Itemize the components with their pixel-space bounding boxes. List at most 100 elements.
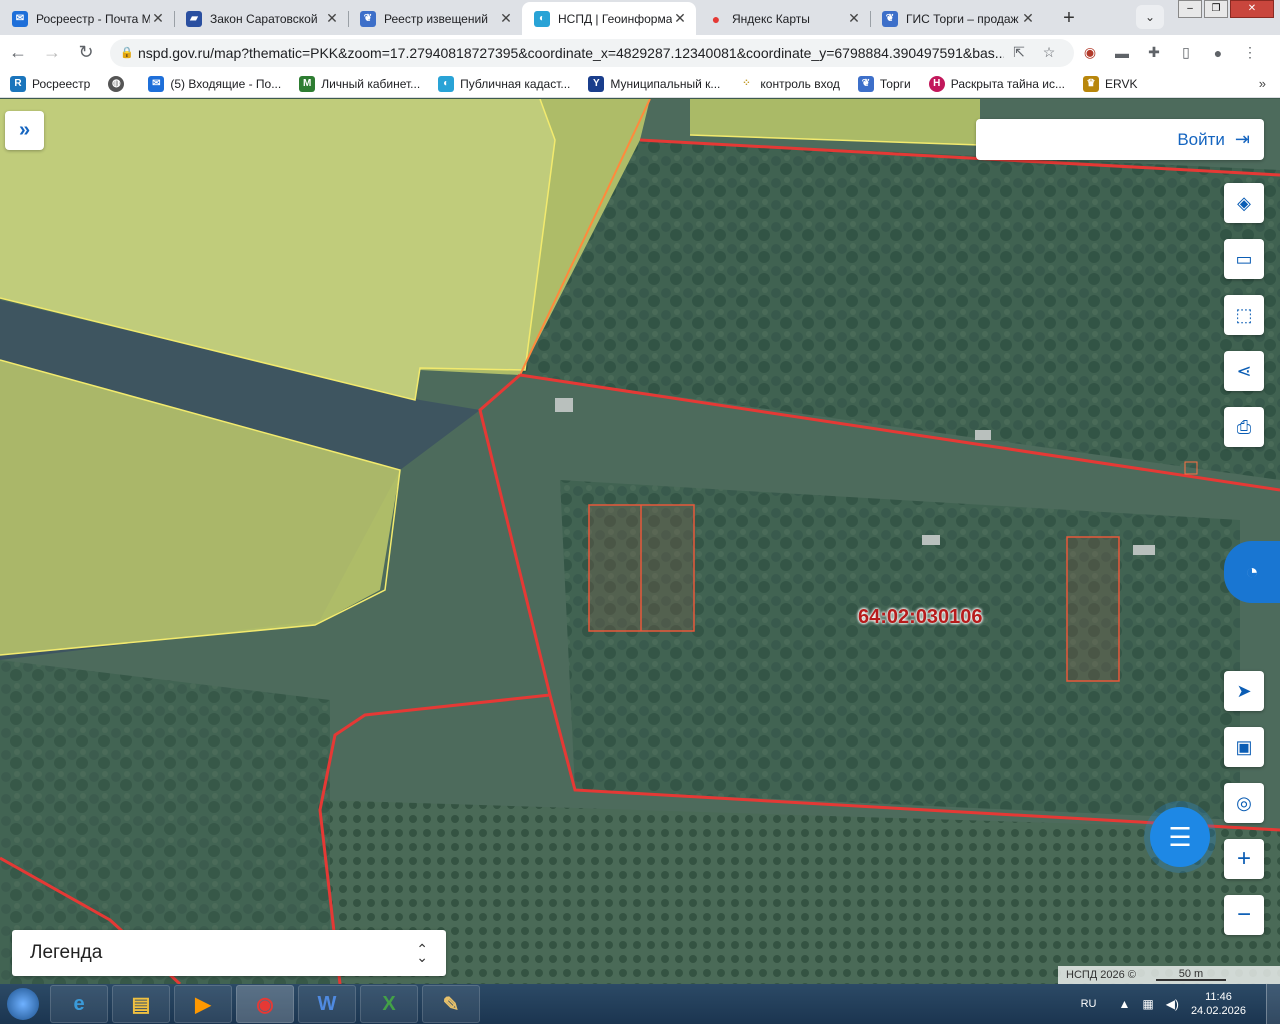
close-icon[interactable]: ✕	[324, 10, 340, 27]
scale-bar: 50 m	[1155, 969, 1226, 981]
close-icon[interactable]: ✕	[150, 10, 166, 27]
bookmark-rosreestr[interactable]: R Росреестр	[10, 75, 90, 92]
tab-nspd[interactable]: ◐ НСПД | Геоинформа ✕	[522, 2, 696, 35]
start-button[interactable]	[0, 984, 46, 1024]
close-window-button[interactable]: ✕	[1230, 0, 1274, 18]
bookmark-cabinet[interactable]: M Личный кабинет...	[299, 75, 420, 92]
network-icon[interactable]: ▦	[1142, 997, 1153, 1011]
language-indicator[interactable]: RU	[1081, 998, 1097, 1010]
tray-expand-icon[interactable]: ▲	[1118, 997, 1130, 1011]
extension-icon[interactable]: ▬	[1106, 45, 1138, 61]
taskbar-excel[interactable]: X	[360, 985, 418, 1023]
nspd-assistant-button[interactable]: ◔	[1224, 541, 1280, 603]
volume-icon[interactable]: ◀)	[1166, 997, 1179, 1011]
close-icon[interactable]: ✕	[672, 10, 688, 27]
print-button[interactable]: ⎙	[1224, 407, 1264, 447]
map-attribution: НСПД 2026 © 50 m	[1058, 966, 1280, 984]
legend-title: Легенда	[30, 942, 103, 963]
location-search-button[interactable]: ◎	[1224, 783, 1264, 823]
map-canvas[interactable]: » Войти ⇥ ◈ ▭ ⬚ ⋖ ⎙ ◔ 64:02:030106 ➤ ▣ ◎…	[0, 99, 1280, 984]
y-icon: Y	[588, 75, 605, 92]
address-bar[interactable]: 🔒 nspd.gov.ru/map?thematic=PKK&zoom=17.2…	[110, 38, 1074, 67]
new-tab-button[interactable]: +	[1054, 3, 1084, 33]
back-button[interactable]: ←	[2, 37, 34, 69]
bookmark-globe[interactable]: ◍	[108, 75, 130, 92]
taskbar-paint[interactable]: ✎	[422, 985, 480, 1023]
tab-mail[interactable]: ✉ Росреестр - Почта М ✕	[0, 2, 174, 35]
bookmark-label: Раскрыта тайна ис...	[950, 76, 1066, 91]
navigation-arrow-icon: ➤	[1236, 680, 1252, 701]
layers-button[interactable]: ◈	[1224, 183, 1264, 223]
area-select-button[interactable]: ⬚	[1224, 295, 1264, 335]
legend-panel[interactable]: Легенда ⌃ ⌄	[12, 930, 446, 976]
tab-title: Росреестр - Почта М	[36, 11, 150, 26]
sidepanel-icon[interactable]: ▯	[1170, 44, 1202, 61]
minimap-button[interactable]: ▣	[1224, 727, 1264, 767]
ie-icon: e	[73, 992, 85, 1015]
restore-button[interactable]: ❐	[1204, 0, 1228, 18]
close-icon[interactable]: ✕	[1020, 10, 1036, 27]
taskbar-media[interactable]: ▶	[174, 985, 232, 1023]
tab-law[interactable]: ▰ Закон Саратовской ✕	[174, 2, 348, 35]
system-tray: RU ▲ ▦ ◀) 11:46 24.02.2026	[1081, 984, 1280, 1024]
cadastral-block-label[interactable]: 64:02:030106	[858, 606, 983, 629]
share-button[interactable]: ⋖	[1224, 351, 1264, 391]
minus-icon: −	[1236, 901, 1251, 928]
zoom-in-button[interactable]: +	[1224, 839, 1264, 879]
menu-icon[interactable]: ⋮	[1234, 44, 1266, 61]
measure-button[interactable]: ▭	[1224, 239, 1264, 279]
chrome-icon: ◉	[256, 993, 274, 1016]
login-label: Войти	[1177, 129, 1225, 149]
bookmark-control[interactable]: ⁘ контроль вход	[738, 76, 840, 92]
eagle-icon: ♛	[1083, 75, 1100, 92]
tab-title: Закон Саратовской	[210, 11, 318, 26]
share-icon[interactable]: ⇱	[1004, 44, 1034, 61]
bookmark-secret[interactable]: H Раскрыта тайна ис...	[928, 75, 1066, 92]
tab-title: ГИС Торги – продаж	[906, 11, 1019, 26]
word-icon: W	[317, 992, 337, 1015]
clock[interactable]: 11:46 24.02.2026	[1191, 990, 1246, 1018]
tab-search-button[interactable]: ⌄	[1136, 5, 1164, 29]
zoom-out-button[interactable]: −	[1224, 895, 1264, 935]
bookmark-torgi[interactable]: ❦ Торги	[857, 75, 911, 92]
extension-icon[interactable]: ◉	[1074, 44, 1106, 61]
excel-icon: X	[382, 992, 396, 1015]
rosreestr-icon: R	[10, 75, 26, 92]
chat-bubble-icon: ☰	[1168, 821, 1192, 852]
minimize-button[interactable]: –	[1178, 0, 1202, 18]
taskbar-chrome[interactable]: ◉	[236, 985, 294, 1023]
mail-icon: ✉	[12, 10, 28, 27]
bookmark-ervk[interactable]: ♛ ERVK	[1083, 75, 1137, 92]
bookmark-cadastre[interactable]: ◐ Публичная кадаст...	[438, 75, 570, 92]
nspd-icon: ◐	[534, 10, 550, 27]
taskbar-explorer[interactable]: ▤	[112, 985, 170, 1023]
login-button[interactable]: Войти ⇥	[976, 119, 1264, 160]
lock-icon[interactable]: 🔒	[120, 46, 138, 59]
puzzle-icon[interactable]: ✚	[1138, 44, 1170, 61]
folder-icon: ▤	[131, 993, 151, 1016]
forward-button[interactable]: →	[36, 37, 68, 69]
attribution-text: НСПД 2026 ©	[1066, 969, 1136, 981]
bookmark-municipal[interactable]: Y Муниципальный к...	[588, 75, 720, 92]
clock-date: 24.02.2026	[1190, 1005, 1246, 1017]
bookmark-star-icon[interactable]: ☆	[1034, 44, 1064, 61]
close-icon[interactable]: ✕	[846, 10, 862, 27]
media-player-icon: ▶	[195, 993, 211, 1016]
tab-gis-torgi[interactable]: ❦ ГИС Торги – продаж ✕	[870, 2, 1044, 35]
taskbar-ie[interactable]: e	[50, 985, 108, 1023]
chat-button[interactable]: ☰	[1150, 807, 1210, 867]
geolocate-button[interactable]: ➤	[1224, 671, 1264, 711]
tab-registry[interactable]: ❦ Реестр извещений ✕	[348, 2, 522, 35]
profile-icon[interactable]: ●	[1202, 45, 1234, 61]
taskbar-word[interactable]: W	[298, 985, 356, 1023]
emblem-icon: ❦	[882, 10, 898, 27]
tab-yandex-maps[interactable]: ● Яндекс Карты ✕	[696, 2, 870, 35]
browser-toolbar: ← → ↻ 🔒 nspd.gov.ru/map?thematic=PKK&zoo…	[0, 35, 1280, 70]
reload-button[interactable]: ↻	[70, 37, 102, 69]
show-desktop-button[interactable]	[1266, 984, 1280, 1024]
more-bookmarks-icon[interactable]: »	[1259, 76, 1266, 91]
close-icon[interactable]: ✕	[498, 10, 514, 27]
bookmark-label: Торги	[879, 76, 911, 91]
bookmark-inbox[interactable]: ✉ (5) Входящие - По...	[148, 75, 281, 92]
expand-panel-button[interactable]: »	[5, 111, 44, 150]
